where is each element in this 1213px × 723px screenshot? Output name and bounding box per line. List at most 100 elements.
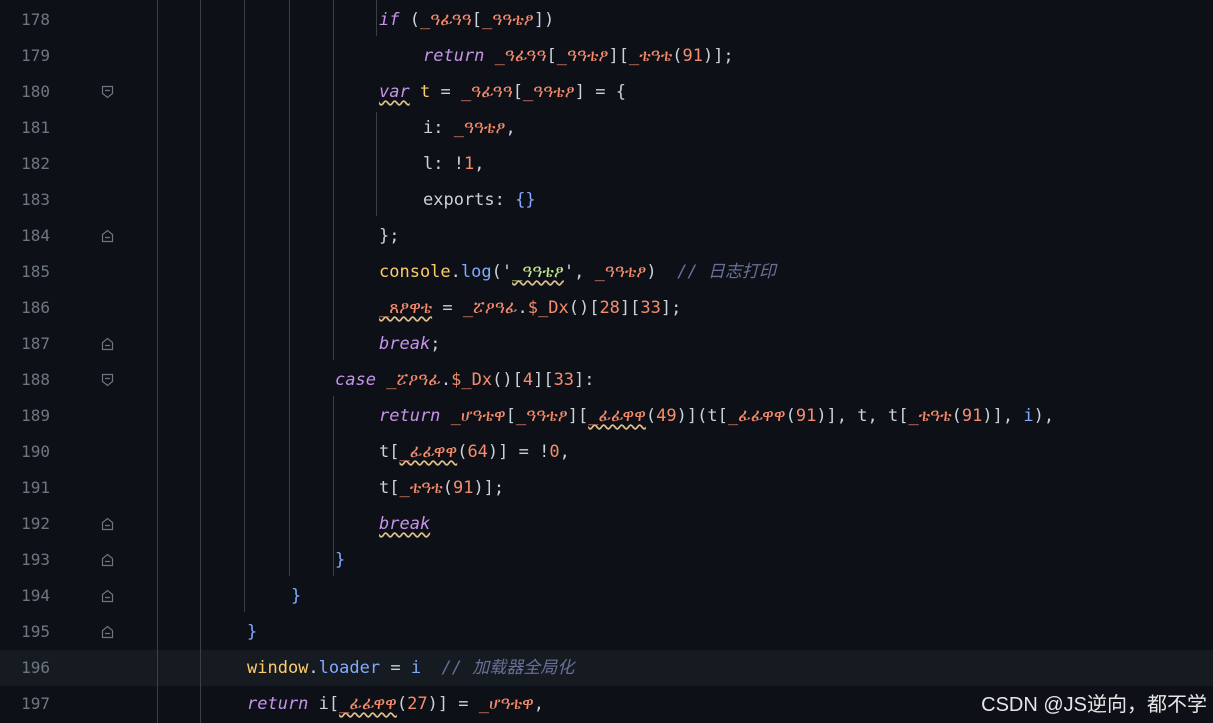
code-line[interactable]: 195} <box>0 614 1213 650</box>
code-token: )] = <box>427 694 479 714</box>
code-token: t[ <box>379 442 400 462</box>
code-token: )], t, t[ <box>816 406 909 426</box>
code-line[interactable]: 185 console.log('_ዓዓቴፆ', _ዓዓቴፆ) // 日志打印 <box>0 254 1213 290</box>
code-line[interactable]: 178 if (_ዓፊዓዓ[_ዓዓቴፆ]) <box>0 2 1213 38</box>
code-token: ] = { <box>574 82 626 102</box>
fold-end-icon[interactable] <box>101 553 114 567</box>
fold-end-icon[interactable] <box>101 517 114 531</box>
code-token: ][ <box>567 406 589 426</box>
code-token: . <box>308 658 319 678</box>
code-token: ( <box>457 442 468 462</box>
fold-end-icon[interactable] <box>101 625 114 639</box>
code-token: var <box>379 82 410 102</box>
code-line[interactable]: 191 t[_ቴዓቴ(91)]; <box>0 470 1213 506</box>
code-token: . <box>517 298 528 318</box>
fold-end-icon[interactable] <box>101 337 114 351</box>
code-token: } <box>291 586 302 606</box>
code-text: return i[_ፊፊዋዋ(27)] = _ሆዓቴዋ, <box>247 686 544 722</box>
code-token: , <box>474 154 485 174</box>
fold-collapse-icon[interactable] <box>101 373 114 387</box>
line-number: 179 <box>21 46 50 65</box>
code-token: window <box>247 658 309 678</box>
code-token: 27 <box>407 694 428 714</box>
code-token: ]; <box>660 298 682 318</box>
line-number: 187 <box>21 334 50 353</box>
code-token: 49 <box>656 406 677 426</box>
code-token: )]( <box>676 406 708 426</box>
code-token: )], <box>982 406 1024 426</box>
code-token: l <box>423 154 434 174</box>
code-token: ( <box>785 406 796 426</box>
code-token: t <box>707 406 718 426</box>
code-line[interactable]: 196 window.loader = i // 加载器全局化 <box>0 650 1213 686</box>
code-token: 28 <box>599 298 620 318</box>
code-token: ', <box>563 262 595 282</box>
code-token: i <box>423 118 434 138</box>
code-token: log <box>460 262 492 282</box>
code-token: (' <box>491 262 513 282</box>
fold-end-icon[interactable] <box>101 589 114 603</box>
code-token: // 日志打印 <box>677 262 776 282</box>
code-token: _ዓዓቴፆ <box>515 406 568 426</box>
code-token: : <box>494 190 516 210</box>
code-token: : ! <box>433 154 464 174</box>
code-token: $_Dx <box>451 370 493 390</box>
code-token: case <box>335 370 376 390</box>
code-token: = <box>380 658 411 678</box>
code-editor[interactable]: 178 if (_ዓፊዓዓ[_ዓዓቴፆ]) 179 return _ዓፊዓዓ[_ዓዓቴ… <box>0 0 1213 723</box>
code-line[interactable]: 193} <box>0 542 1213 578</box>
code-line[interactable]: 188 case _ፘዖዓፊ.$_Dx()[4][33]: <box>0 362 1213 398</box>
code-line[interactable]: 184}; <box>0 218 1213 254</box>
code-text: exports: {} <box>423 182 536 218</box>
code-token: _ፊፊዋዋ <box>339 694 397 714</box>
code-token: : <box>433 118 454 138</box>
csdn-watermark: CSDN @JS逆向，都不学 <box>981 694 1207 716</box>
code-token: 91 <box>452 478 474 498</box>
line-number: 183 <box>21 190 50 209</box>
code-token: } <box>335 550 346 570</box>
code-token: 4 <box>522 370 534 390</box>
code-line[interactable]: 186 _ጸፆዋቴ = _ፘዖዓፊ.$_Dx()[28][33]; <box>0 290 1213 326</box>
fold-end-icon[interactable] <box>101 229 114 243</box>
code-line[interactable]: 179 return _ዓፊዓዓ[_ዓዓቴፆ][_ቴዓቴ(91)]; <box>0 38 1213 74</box>
code-line[interactable]: 190 t[_ፊፊዋዋ(64)] = !0, <box>0 434 1213 470</box>
code-line[interactable]: 182 l: !1, <box>0 146 1213 182</box>
code-token: . <box>440 370 452 390</box>
code-line[interactable]: 183 exports: {} <box>0 182 1213 218</box>
line-number: 186 <box>21 298 50 317</box>
code-line[interactable]: 192 break <box>0 506 1213 542</box>
line-number: 197 <box>21 694 50 713</box>
code-line[interactable]: 180 var t = _ዓፊዓዓ[_ዓዓቴፆ] = { <box>0 74 1213 110</box>
line-number: 184 <box>21 226 50 245</box>
fold-collapse-icon[interactable] <box>101 85 114 99</box>
code-token: _ፊፊዋዋ <box>727 406 786 426</box>
line-number: 192 <box>21 514 50 533</box>
code-token: 0 <box>549 442 560 462</box>
indent-guide <box>333 0 334 360</box>
code-token: _ቴዓቴ <box>399 478 443 498</box>
code-line[interactable]: 181 i: _ዓዓቴፆ, <box>0 110 1213 146</box>
code-token: ( <box>645 406 657 426</box>
code-token: )] = ! <box>487 442 550 462</box>
code-token: $_Dx <box>527 298 569 318</box>
code-token: if <box>379 10 400 30</box>
code-token: _ፘዖዓፊ <box>462 298 518 318</box>
code-text: if (_ዓፊዓዓ[_ዓዓቴፆ]) <box>379 2 554 38</box>
code-line[interactable]: 187 break; <box>0 326 1213 362</box>
code-text: t[_ፊፊዋዋ(64)] = !0, <box>379 434 570 470</box>
code-token: = <box>430 82 461 102</box>
code-token: ()[ <box>568 298 600 318</box>
code-line[interactable]: 189 return _ሆዓቴዋ[_ዓዓቴፆ][_ፊፊዋዋ(49)](t[_ፊፊዋ… <box>0 398 1213 434</box>
code-token: )]; <box>473 478 505 498</box>
code-token: _ቴዓቴ <box>908 406 952 426</box>
code-token: , <box>533 694 545 714</box>
code-token: ( <box>396 694 408 714</box>
code-line[interactable]: 194} <box>0 578 1213 614</box>
code-token: _ዓዓቴፆ <box>512 262 564 282</box>
code-text: } <box>247 614 257 650</box>
code-token: break <box>379 334 431 354</box>
code-token: ) <box>646 262 678 282</box>
